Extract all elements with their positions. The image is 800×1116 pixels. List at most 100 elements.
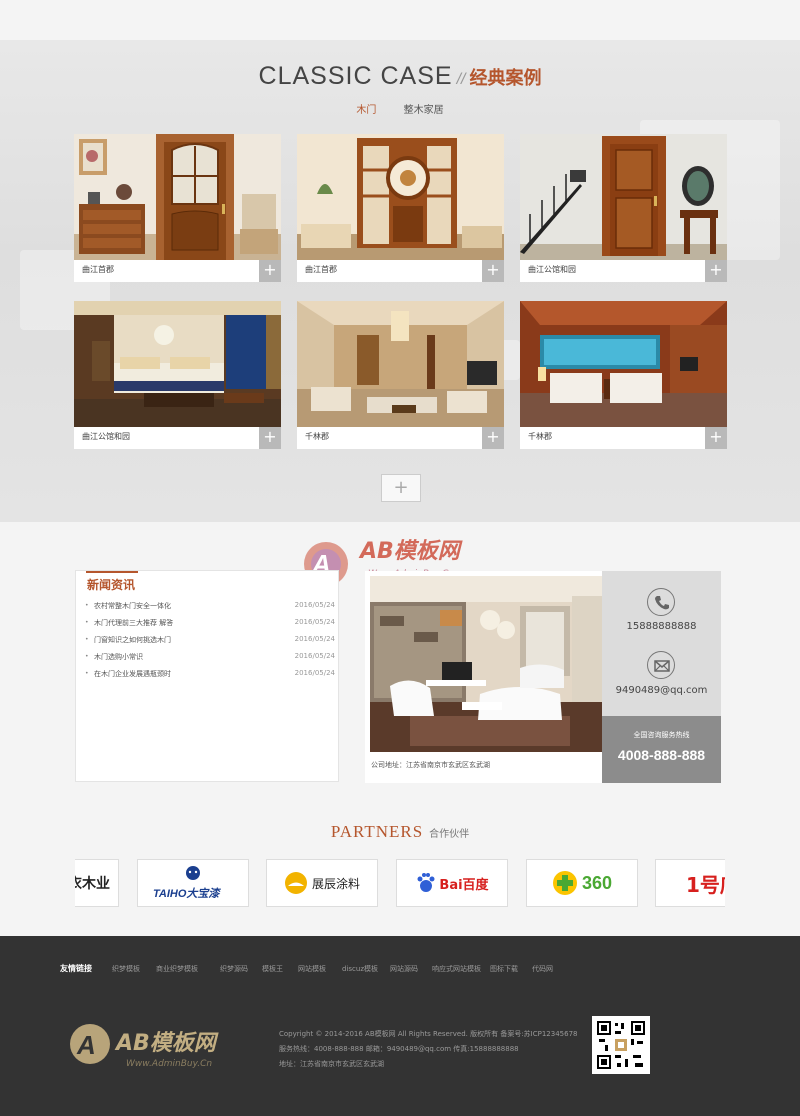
news-item-title[interactable]: 木门选购小常识 bbox=[94, 652, 143, 662]
case-image[interactable] bbox=[74, 301, 281, 427]
partner-logo[interactable]: 1号店 bbox=[655, 859, 725, 907]
ab-logo-icon: A AB模板网 Www.AdminBuy.Cn bbox=[70, 1024, 219, 1069]
baidu-paw-icon bbox=[417, 873, 435, 892]
plus-icon[interactable]: + bbox=[705, 427, 727, 449]
contact-image bbox=[370, 576, 602, 752]
living-room-scene bbox=[297, 301, 504, 427]
partner-logo[interactable]: 衣木业 bbox=[75, 859, 119, 907]
case-card[interactable]: 曲江公馆和园 + bbox=[74, 301, 281, 449]
case-tabs: 木门 整木家居 bbox=[0, 101, 800, 116]
case-card[interactable]: 曲江公馆和园 + bbox=[520, 134, 727, 282]
news-item[interactable]: • 木门代理前三大推荐 解答 2016/05/24 bbox=[85, 616, 335, 630]
plus-icon[interactable]: + bbox=[259, 427, 281, 449]
footer-link[interactable]: 代码网 bbox=[532, 964, 553, 974]
footer-logo: A AB模板网 Www.AdminBuy.Cn bbox=[68, 1016, 268, 1076]
footer-link[interactable]: 织梦源码 bbox=[220, 964, 248, 974]
case-section: CLASSIC CASE//经典案例 木门 整木家居 曲江首郡 + 曲江首郡 +… bbox=[0, 0, 800, 522]
case-card[interactable]: 曲江首郡 + bbox=[74, 134, 281, 282]
news-item[interactable]: • 门窗知识之如何挑选木门 2016/05/24 bbox=[85, 633, 335, 647]
contact-phone[interactable]: 15888888888 bbox=[602, 621, 721, 632]
partner-logo[interactable]: 展辰涂料 bbox=[266, 859, 378, 907]
case-title: CLASSIC CASE//经典案例 bbox=[0, 62, 800, 91]
news-item-date: 2016/05/24 bbox=[294, 601, 335, 609]
news-item-date: 2016/05/24 bbox=[294, 669, 335, 677]
footer-link[interactable]: 模板王 bbox=[262, 964, 283, 974]
news-item-date: 2016/05/24 bbox=[294, 652, 335, 660]
bullet-icon: • bbox=[85, 670, 89, 677]
partners-title-en: PARTNERS bbox=[330, 822, 424, 841]
footer-link[interactable]: 响应式网站模板 bbox=[432, 964, 481, 974]
plus-icon[interactable]: + bbox=[705, 260, 727, 282]
case-image[interactable] bbox=[74, 134, 281, 260]
hotline-number[interactable]: 4008-888-888 bbox=[602, 747, 721, 763]
load-more-button[interactable]: + bbox=[381, 474, 421, 502]
bullet-icon: • bbox=[85, 619, 89, 626]
case-caption: 曲江首郡 bbox=[82, 265, 114, 274]
news-panel: 新闻资讯 • 农村常整木门安全一体化 2016/05/24 • 木门代理前三大推… bbox=[75, 570, 339, 782]
news-item[interactable]: • 在木门企业发展遇瓶颈时 2016/05/24 bbox=[85, 667, 335, 681]
footer-link[interactable]: 图标下载 bbox=[490, 964, 518, 974]
plus-icon[interactable]: + bbox=[259, 260, 281, 282]
case-card[interactable]: 千林郡 + bbox=[520, 301, 727, 449]
taiho-logo-icon: TAIHO大宝漆 bbox=[153, 866, 221, 900]
copyright: Copyright © 2014-2016 AB模板网 All Rights R… bbox=[279, 1030, 578, 1038]
tab-whole-wood[interactable]: 整木家居 bbox=[404, 101, 444, 116]
case-image[interactable] bbox=[297, 301, 504, 427]
case-card[interactable]: 千林郡 + bbox=[297, 301, 504, 449]
friend-links-label: 友情链接 bbox=[60, 964, 92, 973]
footer: 友情链接 织梦模板 商业织梦模板 织梦源码 模板王 网站模板 discuz模板 … bbox=[0, 936, 800, 1116]
partners-title-zh: 合作伙伴 bbox=[429, 829, 470, 840]
hotline-label: 全国咨询服务热线 bbox=[633, 731, 690, 739]
news-item-title[interactable]: 门窗知识之如何挑选木门 bbox=[94, 635, 171, 645]
partner-name: 展辰涂料 bbox=[311, 876, 360, 891]
partner-name: TAIHO大宝漆 bbox=[153, 887, 221, 900]
contact-sidebar: 15888888888 9490489@qq.com 全国咨询服务热线 4008… bbox=[602, 571, 721, 783]
qr-code-icon bbox=[595, 1019, 647, 1071]
top-strip bbox=[0, 0, 800, 40]
qr-code bbox=[592, 1016, 650, 1074]
plus-shield-icon bbox=[552, 871, 577, 895]
partner-logo[interactable]: TAIHO大宝漆 bbox=[137, 859, 249, 907]
footer-link[interactable]: 网站源码 bbox=[390, 964, 418, 974]
case-title-en: CLASSIC CASE bbox=[258, 62, 453, 90]
case-image[interactable] bbox=[520, 134, 727, 260]
bullet-icon: • bbox=[85, 653, 89, 660]
news-title-underline bbox=[86, 571, 138, 573]
footer-address: 地址：江苏省南京市玄武区玄武湖 bbox=[279, 1060, 384, 1068]
news-item[interactable]: • 农村常整木门安全一体化 2016/05/24 bbox=[85, 599, 335, 613]
case-caption: 千林郡 bbox=[305, 432, 329, 441]
news-item[interactable]: • 木门选购小常识 2016/05/24 bbox=[85, 650, 335, 664]
partner-logo[interactable]: Bai百度 bbox=[396, 859, 508, 907]
case-image[interactable] bbox=[520, 301, 727, 427]
tab-wood-door[interactable]: 木门 bbox=[356, 101, 376, 116]
contact-email[interactable]: 9490489@qq.com bbox=[602, 685, 721, 696]
news-item-title[interactable]: 农村常整木门安全一体化 bbox=[94, 601, 171, 611]
footer-contact-line: 服务热线：4008-888-888 邮箱：9490489@qq.com 传真:1… bbox=[279, 1045, 519, 1053]
stair-door-scene bbox=[520, 134, 727, 260]
footer-link[interactable]: 网站模板 bbox=[298, 964, 326, 974]
footer-link[interactable]: discuz模板 bbox=[342, 964, 378, 974]
partner-name: 1号店 bbox=[686, 872, 725, 897]
plus-icon[interactable]: + bbox=[482, 427, 504, 449]
partner-name: 360 bbox=[581, 872, 613, 893]
partners-title: PARTNERS 合作伙伴 bbox=[0, 822, 800, 842]
news-item-title[interactable]: 木门代理前三大推荐 解答 bbox=[94, 618, 173, 628]
case-card[interactable]: 曲江首郡 + bbox=[297, 134, 504, 282]
case-title-separator: // bbox=[456, 71, 466, 88]
case-image[interactable] bbox=[297, 134, 504, 260]
footer-url: Www.AdminBuy.Cn bbox=[126, 1059, 212, 1069]
contact-panel: 公司地址：江苏省南京市玄武区玄武湖 15888888888 9490489@qq… bbox=[365, 571, 721, 783]
news-title: 新闻资讯 bbox=[87, 578, 136, 592]
modern-living-scene bbox=[370, 576, 602, 752]
svg-text:A: A bbox=[76, 1030, 96, 1060]
partner-logo[interactable]: 360 bbox=[526, 859, 638, 907]
door-room-scene bbox=[74, 134, 281, 260]
case-caption: 曲江公馆和园 bbox=[528, 265, 576, 274]
plus-icon[interactable]: + bbox=[482, 260, 504, 282]
bullet-icon: • bbox=[85, 602, 89, 609]
case-caption: 曲江首郡 bbox=[305, 265, 337, 274]
footer-link[interactable]: 织梦模板 bbox=[112, 964, 140, 974]
mail-icon bbox=[647, 651, 675, 679]
news-item-title[interactable]: 在木门企业发展遇瓶颈时 bbox=[94, 669, 171, 679]
footer-link[interactable]: 商业织梦模板 bbox=[156, 964, 198, 974]
